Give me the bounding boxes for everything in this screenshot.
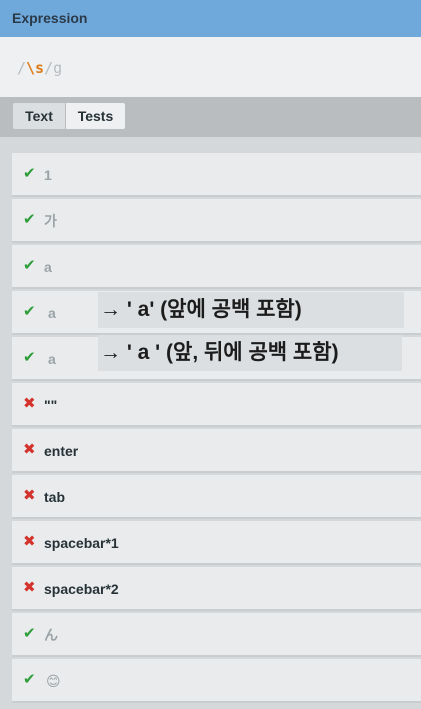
cross-icon: ✖ — [23, 579, 36, 596]
header-title: Expression — [12, 10, 88, 26]
test-value: a — [48, 351, 56, 367]
test-value: 1 — [44, 167, 52, 183]
test-row[interactable]: ✔ ん — [12, 613, 421, 657]
test-value: tab — [44, 489, 65, 505]
expression-open-slash: / — [17, 59, 27, 77]
test-row[interactable]: ✖ spacebar*2 — [12, 567, 421, 611]
test-value: "" — [44, 397, 58, 413]
cross-icon: ✖ — [23, 441, 36, 458]
test-value: ん — [44, 627, 58, 643]
cross-icon: ✖ — [23, 533, 36, 550]
test-value: enter — [44, 443, 79, 459]
test-row[interactable]: ✖ tab — [12, 475, 421, 519]
test-row[interactable]: ✔ 가 — [12, 199, 421, 243]
check-icon: ✔ — [23, 303, 36, 320]
tab-text[interactable]: Text — [13, 103, 65, 129]
check-icon: ✔ — [23, 165, 36, 182]
expression-body[interactable]: \s — [26, 59, 44, 77]
test-value: spacebar*2 — [44, 581, 119, 597]
test-row[interactable]: ✔ 1 — [12, 153, 421, 197]
test-value: 가 — [44, 213, 57, 229]
annotation-leading-space: → ' a' (앞에 공백 포함) — [98, 292, 404, 328]
test-list: ✔ 1 ✔ 가 ✔ a ✔ a ✔ a ✖ "" ✖ enter ✖ tab ✖… — [0, 137, 421, 709]
check-icon: ✔ — [23, 211, 36, 228]
test-value: a — [48, 305, 56, 321]
check-icon: ✔ — [23, 349, 36, 366]
expression-close-slash: / — [44, 59, 54, 77]
check-icon: ✔ — [23, 671, 36, 688]
tab-bar: Text Tests — [0, 97, 421, 137]
test-row[interactable]: ✖ enter — [12, 429, 421, 473]
check-icon: ✔ — [23, 257, 36, 274]
test-row[interactable]: ✖ spacebar*1 — [12, 521, 421, 565]
test-row[interactable]: ✔ a — [12, 245, 421, 289]
check-icon: ✔ — [23, 625, 36, 642]
tab-tests[interactable]: Tests — [66, 103, 125, 129]
cross-icon: ✖ — [23, 395, 36, 412]
test-row[interactable]: ✔ 😊 — [12, 659, 421, 703]
expression-text[interactable]: /\s/g — [17, 59, 62, 77]
annotation-both-spaces: → ' a ' (앞, 뒤에 공백 포함) — [98, 335, 402, 371]
test-row[interactable]: ✖ "" — [12, 383, 421, 427]
test-value: spacebar*1 — [44, 535, 119, 551]
test-value: a — [44, 259, 52, 275]
smiley-emoji: 😊 — [46, 673, 61, 689]
expression-editor[interactable]: /\s/g — [0, 37, 421, 97]
cross-icon: ✖ — [23, 487, 36, 504]
expression-header: Expression — [0, 0, 421, 37]
expression-flags[interactable]: g — [53, 59, 62, 77]
